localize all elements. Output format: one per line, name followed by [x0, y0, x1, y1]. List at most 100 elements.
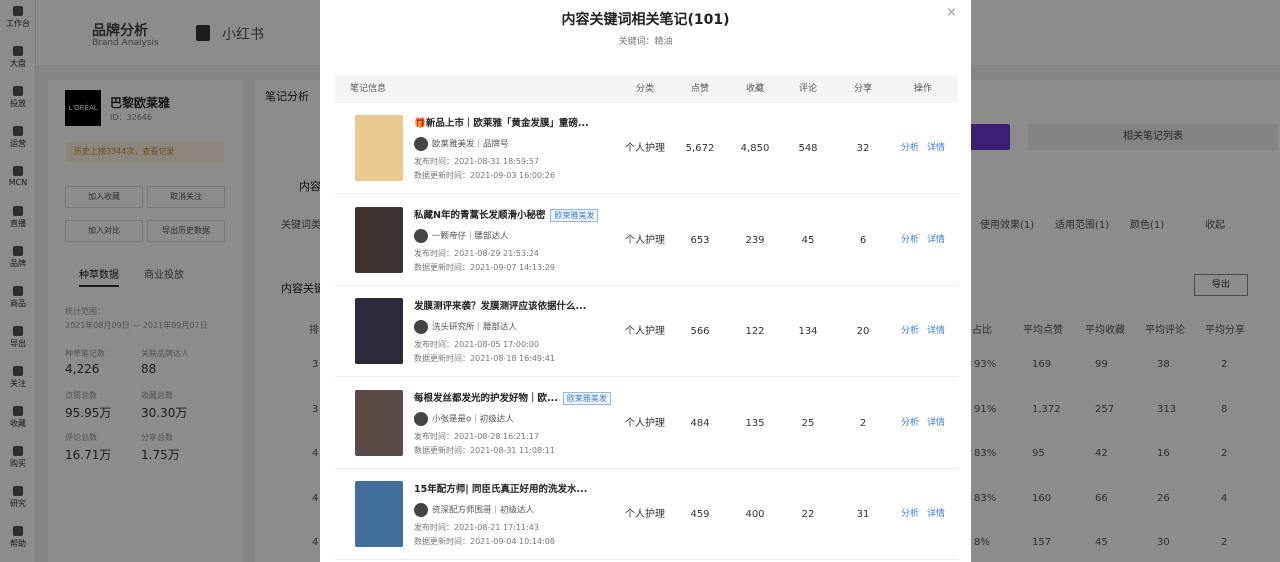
analyze-link[interactable]: 分析: [901, 378, 919, 469]
cell-category: 个人护理: [625, 143, 665, 154]
cell-category: 个人护理: [625, 417, 665, 429]
publish-time: 发布时间：2021-08-29 21:53:24: [414, 248, 539, 259]
note-title[interactable]: 私藏N年的青蒿长发顺滑小秘密 欧莱雅美发: [414, 207, 599, 222]
publish-label: 发布时间：: [414, 157, 454, 166]
note-thumbnail[interactable]: [355, 389, 403, 456]
col-favorites[interactable]: 收藏: [730, 75, 780, 103]
table-header: 笔记信息 分类 点赞 收藏 评论 分享 操作: [335, 75, 958, 103]
detail-link[interactable]: 详情: [927, 286, 945, 377]
cell-shares: 2: [859, 417, 867, 429]
col-shares[interactable]: 分享: [838, 75, 888, 103]
publish-time: 发布时间：2021-08-05 17:00:00: [414, 339, 539, 350]
cell-category: 个人护理: [625, 326, 665, 337]
cell-favorites: 400: [745, 509, 765, 520]
note-title[interactable]: 15年配方师| 同臣氏真正好用的洗发水...: [414, 481, 587, 495]
cell-shares: 31: [856, 509, 870, 520]
table-row: 15年配方师| 同臣氏真正好用的洗发水... 资深配方师围哥｜初级达人 发布时间：2…: [335, 469, 958, 560]
avatar: [414, 320, 428, 334]
note-thumbnail[interactable]: [355, 298, 403, 364]
table-row: 私藏N年的青蒿长发顺滑小秘密 欧莱雅美发一颗帝仔｜腰部达人发布时间：2021-08…: [335, 195, 958, 286]
detail-link[interactable]: 详情: [927, 103, 945, 194]
note-title-text[interactable]: 发膜测评来袭？发膜测评应该依据什么...: [414, 301, 586, 312]
update-value: 2021-09-03 16:00:26: [470, 171, 555, 180]
publish-label: 发布时间：: [414, 431, 454, 441]
cell-shares: 20: [856, 326, 870, 337]
table-row: 每根发丝都发光的护发好物｜欧... 欧莱雅美发小张是是o｜初级达人发布时间：202…: [335, 378, 958, 469]
author-name[interactable]: 欧莱雅美发｜品牌号: [432, 140, 509, 150]
keyword-value: 精油: [654, 37, 673, 47]
analyze-link[interactable]: 分析: [901, 286, 919, 377]
update-label: 数据更新时间：: [414, 445, 470, 455]
cell-favorites: 239: [745, 234, 765, 246]
detail-link[interactable]: 详情: [927, 469, 945, 560]
brand-tag: 欧莱雅美发: [562, 391, 611, 405]
brand-tag: 欧莱雅美发: [550, 208, 599, 222]
update-value: 2021-09-04 10:14:08: [470, 537, 555, 546]
publish-label: 发布时间：: [414, 248, 454, 258]
cell-comments: 45: [801, 234, 815, 246]
col-likes[interactable]: 点赞: [675, 75, 725, 103]
cell-shares: 6: [859, 234, 867, 246]
note-title[interactable]: 每根发丝都发光的护发好物｜欧... 欧莱雅美发: [414, 390, 611, 405]
cell-comments: 134: [798, 326, 818, 337]
col-note-info: 笔记信息: [350, 84, 387, 94]
col-comments[interactable]: 评论: [783, 75, 833, 103]
note-thumbnail[interactable]: [355, 481, 403, 547]
close-icon[interactable]: ×: [946, 5, 957, 20]
col-actions: 操作: [913, 84, 932, 94]
publish-time: 发布时间：2021-08-31 18:59:57: [414, 156, 539, 167]
note-thumbnail[interactable]: [355, 115, 403, 181]
note-title-text[interactable]: 15年配方师| 同臣氏真正好用的洗发水...: [414, 484, 587, 495]
note-title[interactable]: 🎁新品上市｜欧莱雅「黄金发膜」重磅...: [414, 115, 589, 129]
modal-keyword: 关键词：精油: [320, 34, 971, 47]
modal-title: 内容关键词相关笔记(101): [561, 12, 730, 28]
analyze-link[interactable]: 分析: [901, 103, 919, 194]
related-notes-modal: 内容关键词相关笔记(101) 关键词：精油 × 笔记信息 分类 点赞 收藏 评论…: [320, 0, 971, 562]
avatar: [414, 411, 428, 426]
publish-time: 发布时间：2021-08-28 16:21:17: [414, 431, 539, 442]
avatar: [414, 228, 428, 243]
author[interactable]: 小张是是o｜初级达人: [414, 411, 514, 426]
note-title-text[interactable]: 每根发丝都发光的护发好物｜欧...: [414, 393, 558, 404]
update-time: 数据更新时间：2021-08-31 11:08:11: [414, 445, 555, 456]
cell-likes: 566: [690, 326, 710, 337]
col-category: 分类: [635, 84, 654, 94]
cell-favorites: 4,850: [740, 143, 770, 154]
update-value: 2021-08-18 16:49:41: [470, 354, 555, 363]
author-name[interactable]: 洗头研究所｜腰部达人: [432, 323, 517, 333]
publish-value: 2021-08-29 21:53:24: [454, 248, 539, 258]
update-time: 数据更新时间：2021-09-07 14:13:29: [414, 262, 555, 273]
cell-favorites: 135: [745, 417, 765, 429]
update-label: 数据更新时间：: [414, 171, 470, 180]
author-name[interactable]: 资深配方师围哥｜初级达人: [432, 506, 534, 516]
analyze-link[interactable]: 分析: [901, 195, 919, 286]
note-title-text[interactable]: 私藏N年的青蒿长发顺滑小秘密: [414, 210, 545, 221]
cell-likes: 484: [690, 417, 710, 429]
publish-value: 2021-08-05 17:00:00: [454, 340, 539, 349]
detail-link[interactable]: 详情: [927, 195, 945, 286]
update-time: 数据更新时间：2021-09-04 10:14:08: [414, 536, 555, 547]
table-row: 发膜测评来袭？发膜测评应该依据什么... 洗头研究所｜腰部达人发布时间：2021-…: [335, 286, 958, 377]
author-name[interactable]: 小张是是o｜初级达人: [432, 414, 514, 424]
cell-likes: 5,672: [685, 143, 715, 154]
cell-shares: 32: [856, 143, 870, 154]
author-name[interactable]: 一颗帝仔｜腰部达人: [432, 231, 509, 241]
avatar: [414, 137, 428, 151]
note-title[interactable]: 发膜测评来袭？发膜测评应该依据什么...: [414, 298, 586, 312]
publish-time: 发布时间：2021-08-21 17:11:43: [414, 522, 539, 533]
cell-comments: 548: [798, 143, 818, 154]
author[interactable]: 洗头研究所｜腰部达人: [414, 320, 517, 334]
update-label: 数据更新时间：: [414, 262, 470, 272]
author[interactable]: 欧莱雅美发｜品牌号: [414, 137, 509, 151]
publish-label: 发布时间：: [414, 523, 454, 532]
update-label: 数据更新时间：: [414, 354, 470, 363]
author[interactable]: 资深配方师围哥｜初级达人: [414, 503, 534, 517]
note-title-text[interactable]: 🎁新品上市｜欧莱雅「黄金发膜」重磅...: [414, 118, 589, 129]
update-time: 数据更新时间：2021-08-18 16:49:41: [414, 353, 555, 364]
keyword-label: 关键词：: [618, 37, 655, 47]
detail-link[interactable]: 详情: [927, 378, 945, 469]
author[interactable]: 一颗帝仔｜腰部达人: [414, 228, 509, 243]
analyze-link[interactable]: 分析: [901, 469, 919, 560]
update-time: 数据更新时间：2021-09-03 16:00:26: [414, 170, 555, 181]
note-thumbnail[interactable]: [355, 206, 403, 273]
